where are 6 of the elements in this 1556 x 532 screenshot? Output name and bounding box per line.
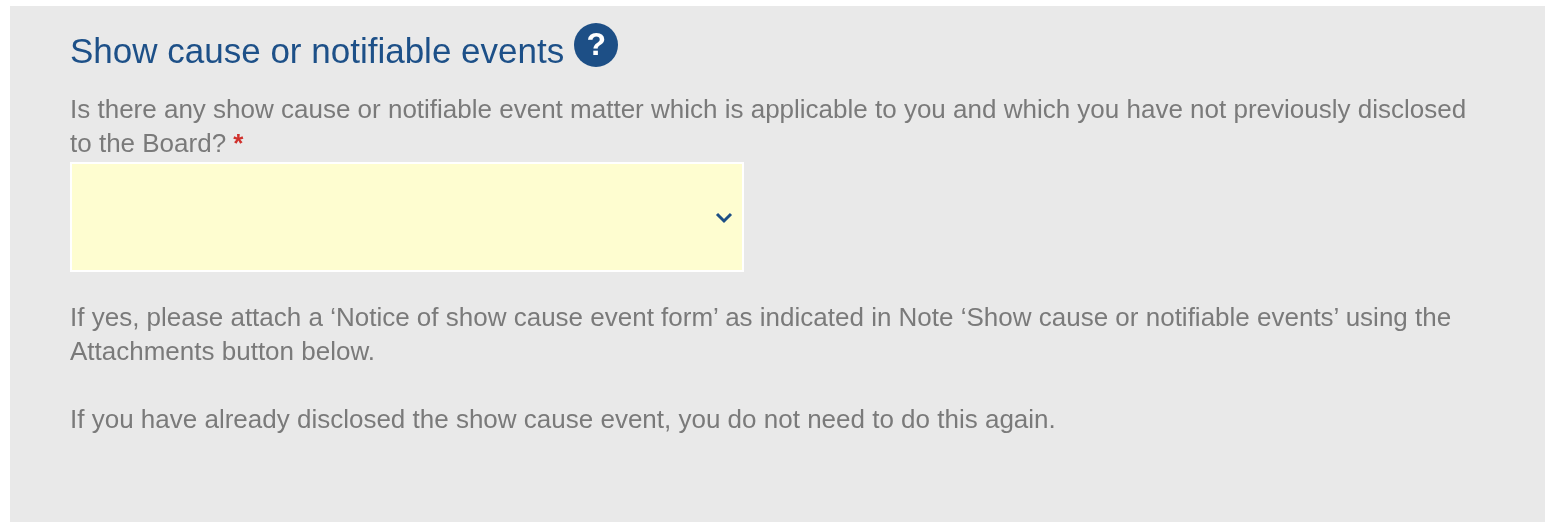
note-text: If you have already disclosed the show cause event, you do not need to do this again. bbox=[70, 402, 1057, 436]
help-icon[interactable]: ? bbox=[574, 22, 619, 67]
section-title: Show cause or notifiable events bbox=[70, 30, 565, 72]
note-text: If yes, please attach a ‘Notice of show cause event form’ as indicated in Note ‘Show cause or notifiable events’ using the Attachments button below. bbox=[70, 300, 1453, 368]
question-text: Is there any show cause or notifiable event matter which is applicable to you and which you have not previously disclosed to the Board? * bbox=[70, 92, 1468, 160]
answer-dropdown[interactable] bbox=[70, 161, 744, 272]
